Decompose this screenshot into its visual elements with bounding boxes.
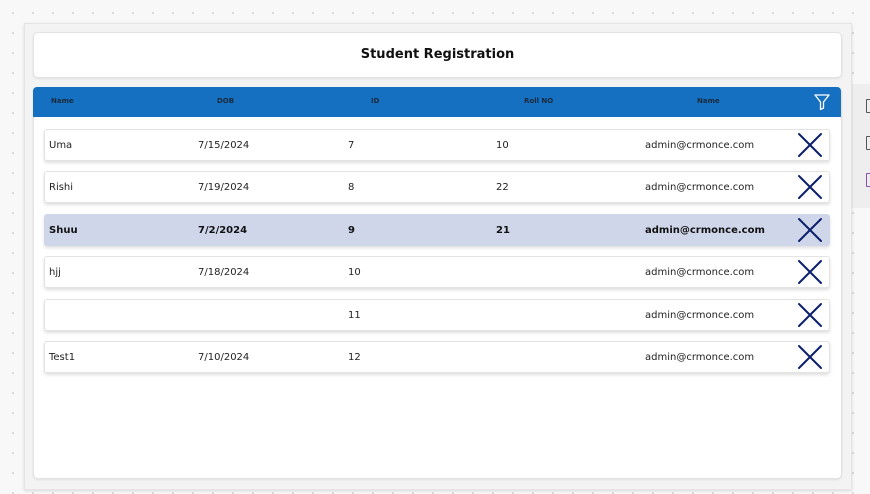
cell-name: Shuu xyxy=(49,225,78,236)
cell-roll-no: 22 xyxy=(496,182,509,193)
side-panel xyxy=(852,84,870,208)
filter-button[interactable] xyxy=(812,92,832,112)
column-header-id: ID xyxy=(371,97,380,105)
gallery-row[interactable]: hjj 7/18/2024 10 admin@crmonce.com xyxy=(44,256,830,288)
header-card: Student Registration xyxy=(33,32,842,78)
side-panel-icon[interactable] xyxy=(866,173,870,187)
gallery-row[interactable]: Rishi 7/19/2024 8 22 admin@crmonce.com xyxy=(44,171,830,203)
cell-roll-no: 21 xyxy=(496,225,510,236)
delete-row-button[interactable] xyxy=(797,302,823,328)
page-title: Student Registration xyxy=(360,47,515,62)
cell-id: 12 xyxy=(348,352,361,363)
cell-email: admin@crmonce.com xyxy=(645,225,765,236)
delete-row-button[interactable] xyxy=(797,132,823,158)
delete-row-button[interactable] xyxy=(797,259,823,285)
cell-name: Uma xyxy=(49,140,73,151)
column-header-dob: DOB xyxy=(217,97,235,105)
cancel-x-icon xyxy=(798,303,822,327)
filter-icon xyxy=(814,94,830,111)
cell-dob: 7/19/2024 xyxy=(198,182,250,193)
column-header-name: Name xyxy=(51,97,74,105)
cell-email: admin@crmonce.com xyxy=(645,140,755,151)
gallery-row[interactable]: 11 admin@crmonce.com xyxy=(44,299,830,331)
cell-roll-no: 10 xyxy=(496,140,509,151)
gallery-row[interactable]: Test1 7/10/2024 12 admin@crmonce.com xyxy=(44,341,830,373)
cell-name: hjj xyxy=(49,267,61,278)
cancel-x-icon xyxy=(798,133,822,157)
side-panel-icon[interactable] xyxy=(866,99,870,113)
gallery-row[interactable]: Shuu 7/2/2024 9 21 admin@crmonce.com xyxy=(44,214,830,246)
cell-dob: 7/10/2024 xyxy=(198,352,250,363)
delete-row-button[interactable] xyxy=(797,174,823,200)
cell-email: admin@crmonce.com xyxy=(645,182,755,193)
gallery-row[interactable]: Uma 7/15/2024 7 10 admin@crmonce.com xyxy=(44,129,830,161)
cancel-x-icon xyxy=(798,175,822,199)
cancel-x-icon xyxy=(798,260,822,284)
delete-row-button[interactable] xyxy=(797,344,823,370)
cell-id: 8 xyxy=(348,182,355,193)
side-panel-icon[interactable] xyxy=(866,136,870,150)
delete-row-button[interactable] xyxy=(797,217,823,243)
cell-id: 11 xyxy=(348,310,361,321)
cell-dob: 7/18/2024 xyxy=(198,267,250,278)
column-header-roll-no: Roll NO xyxy=(524,97,554,105)
cell-dob: 7/15/2024 xyxy=(198,140,250,151)
cell-id: 7 xyxy=(348,140,355,151)
cell-id: 9 xyxy=(348,225,355,236)
cell-email: admin@crmonce.com xyxy=(645,352,755,363)
cancel-x-icon xyxy=(798,345,822,369)
cancel-x-icon xyxy=(798,218,822,242)
cell-name: Rishi xyxy=(49,182,74,193)
cell-email: admin@crmonce.com xyxy=(645,310,755,321)
column-header-bar: Name DOB ID Roll NO Name xyxy=(33,87,841,117)
cell-dob: 7/2/2024 xyxy=(198,225,248,236)
cell-email: admin@crmonce.com xyxy=(645,267,755,278)
column-header-email: Name xyxy=(697,97,720,105)
cell-id: 10 xyxy=(348,267,361,278)
cell-name: Test1 xyxy=(49,352,76,363)
